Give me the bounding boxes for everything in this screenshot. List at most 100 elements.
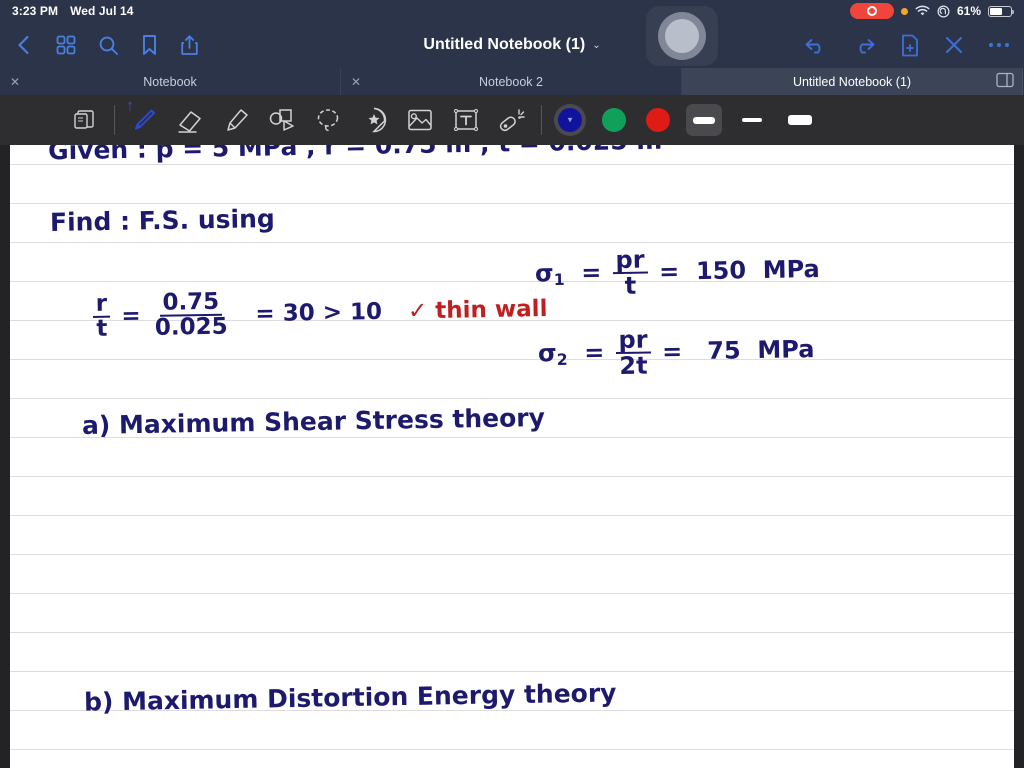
shapes-icon[interactable] [259, 100, 305, 140]
app-top-bar: Untitled Notebook (1) ⌄ [0, 22, 1024, 68]
share-icon[interactable] [180, 34, 199, 56]
new-page-icon[interactable] [900, 34, 920, 57]
tab-untitled-notebook-1[interactable]: Untitled Notebook (1) [682, 68, 1023, 95]
tab-notebook[interactable]: ✕ Notebook [0, 68, 341, 95]
sigma2-fraction: pr 2t [615, 326, 651, 381]
page-layers-icon[interactable] [62, 100, 108, 140]
eraser-icon[interactable] [167, 100, 213, 140]
sigma1-result: = 150 MPa [658, 254, 820, 286]
sigma1-denominator: t [624, 272, 637, 301]
stroke-width-thin[interactable] [734, 104, 770, 136]
handwriting-sigma1: σ1 = pr t = 150 MPa [535, 245, 821, 301]
close-icon[interactable] [944, 35, 964, 55]
battery-percent-label: 61% [956, 4, 981, 18]
page-title[interactable]: Untitled Notebook (1) [423, 36, 585, 54]
ratio-equals-1: = [121, 303, 141, 330]
toolbar-divider-2 [541, 105, 542, 135]
sigma2-label: σ2 = [537, 338, 605, 370]
handwriting-thin-wall-note: ✓ thin wall [407, 295, 548, 325]
notebook-tab-bar: ✕ Notebook ✕ Notebook 2 Untitled Noteboo… [0, 68, 1024, 95]
notebook-page[interactable]: Given : p = 5 MPa , r = 0.75 m , t = 0.0… [10, 145, 1014, 768]
tab-label: Untitled Notebook (1) [792, 74, 912, 89]
tab-close-icon[interactable]: ✕ [351, 76, 361, 88]
text-box-icon[interactable] [443, 100, 489, 140]
rule-line [10, 281, 1014, 282]
sigma2-denominator: 2t [619, 351, 648, 381]
sigma2-numerator: pr [615, 326, 651, 355]
ratio-numerator: 0.75 [159, 289, 223, 318]
tab-close-icon[interactable]: ✕ [10, 76, 20, 88]
handwriting-given-line: Given : p = 5 MPa , r = 0.75 m , t = 0.0… [47, 145, 663, 166]
redo-icon[interactable] [852, 35, 876, 55]
sticker-icon[interactable] [351, 100, 397, 140]
rule-line [10, 554, 1014, 555]
notebook-canvas[interactable]: Given : p = 5 MPa , r = 0.75 m , t = 0.0… [0, 145, 1024, 768]
rule-line [10, 203, 1014, 204]
sigma2-result: = 75 MPa [661, 335, 815, 366]
image-icon[interactable] [397, 100, 443, 140]
color-swatch-blue[interactable]: ▾ [558, 108, 582, 132]
battery-icon [988, 5, 1014, 17]
rule-line [10, 359, 1014, 360]
orange-privacy-dot-icon [900, 7, 908, 15]
rule-line [10, 515, 1014, 516]
split-view-icon[interactable] [996, 72, 1014, 88]
rule-line [10, 476, 1014, 477]
assistive-touch-overlay[interactable] [646, 6, 718, 66]
tab-label: Notebook [143, 74, 197, 89]
drawing-toolbar: ᛏ ▾ [0, 95, 1024, 145]
sigma1-fraction: pr t [612, 246, 648, 301]
pen-icon[interactable]: ᛏ [121, 100, 167, 140]
grid-icon[interactable] [56, 35, 76, 55]
tab-notebook-2[interactable]: ✕ Notebook 2 [341, 68, 682, 95]
highlighter-icon[interactable] [213, 100, 259, 140]
rule-line [10, 398, 1014, 399]
bookmark-icon[interactable] [141, 34, 158, 56]
ratio-lhs-fraction: r t [92, 291, 111, 343]
rule-line [10, 632, 1014, 633]
handwriting-part-a: a) Maximum Shear Stress theory [81, 402, 546, 441]
ios-status-bar: 3:23 PM Wed Jul 14 61% [0, 0, 1024, 22]
rule-line [10, 749, 1014, 750]
rule-line [10, 593, 1014, 594]
stroke-width-medium[interactable] [686, 104, 722, 136]
top-bar-left-tools [14, 34, 199, 56]
bluetooth-icon: ᛏ [127, 102, 133, 113]
status-date: Wed Jul 14 [70, 4, 134, 18]
handwriting-sigma2: σ2 = pr 2t = 75 MPa [538, 325, 815, 381]
lasso-icon[interactable] [305, 100, 351, 140]
ratio-lhs-numerator: r [92, 291, 111, 319]
more-icon[interactable] [988, 41, 1010, 49]
tab-label: Notebook 2 [479, 74, 543, 89]
assistive-touch-core [665, 19, 699, 53]
ratio-value-fraction: 0.75 0.025 [151, 289, 231, 342]
chevron-down-icon: ▾ [567, 114, 573, 125]
status-time: 3:23 PM [12, 4, 59, 18]
laser-pointer-icon[interactable] [489, 100, 535, 140]
rule-line [10, 164, 1014, 165]
ipad-notability-app: 3:23 PM Wed Jul 14 61% Untitled Notebook… [0, 0, 1024, 768]
status-right-cluster: 61% [849, 3, 1014, 19]
back-icon[interactable] [14, 34, 34, 56]
chevron-down-icon[interactable]: ⌄ [592, 40, 600, 51]
handwriting-find-line: Find : F.S. using [49, 204, 276, 237]
ratio-lhs-denominator: t [96, 316, 108, 343]
wifi-icon [915, 5, 930, 16]
orientation-lock-icon [937, 4, 950, 18]
rule-line [10, 671, 1014, 672]
search-icon[interactable] [98, 35, 119, 56]
color-swatch-green[interactable] [602, 108, 626, 132]
sigma1-label: σ1 = [534, 258, 602, 290]
rule-line [10, 242, 1014, 243]
assistive-touch-ring [658, 12, 706, 60]
ratio-denominator: 0.025 [154, 314, 228, 342]
stroke-width-thick[interactable] [782, 104, 818, 136]
sigma1-numerator: pr [612, 246, 648, 275]
top-bar-right-tools [804, 34, 1010, 57]
color-swatch-red[interactable] [646, 108, 670, 132]
undo-icon[interactable] [804, 35, 828, 55]
handwriting-ratio: r t = 0.75 0.025 = 30 > 10 ✓ thin wall [90, 285, 548, 342]
ratio-result: = 30 > 10 [255, 298, 383, 328]
toolbar-divider [114, 105, 115, 135]
record-pill-icon[interactable] [849, 3, 894, 19]
